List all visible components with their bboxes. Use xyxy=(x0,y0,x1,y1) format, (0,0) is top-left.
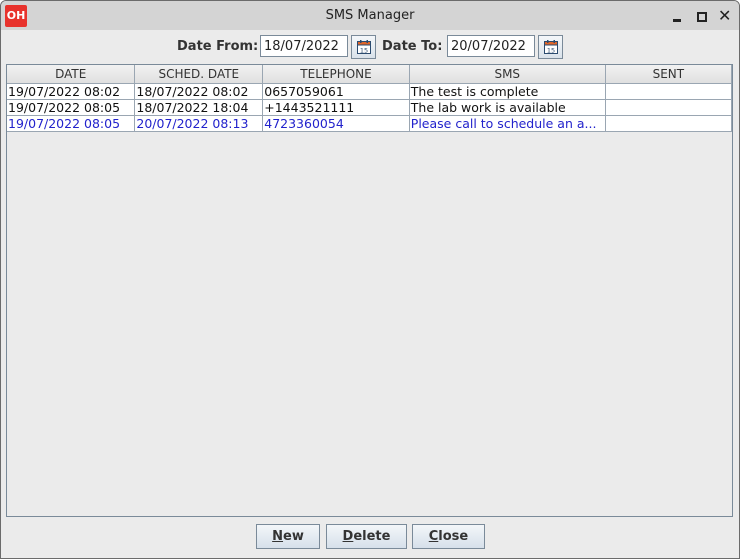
title-bar[interactable]: OH SMS Manager ✕ xyxy=(1,1,739,30)
column-header-sent[interactable]: SENT xyxy=(604,65,733,84)
cell-date[interactable]: 19/07/2022 08:05 xyxy=(7,99,136,116)
close-button[interactable]: Close xyxy=(412,524,485,549)
cell-date[interactable]: 19/07/2022 08:05 xyxy=(7,115,136,132)
column-header-telephone[interactable]: TELEPHONE xyxy=(262,65,410,84)
date-from-label: Date From: xyxy=(177,39,259,54)
delete-button[interactable]: Delete xyxy=(326,524,407,549)
cell-sched-date[interactable]: 18/07/2022 18:04 xyxy=(134,99,264,116)
maximize-button[interactable] xyxy=(693,7,711,25)
column-header-sched-date[interactable]: SCHED. DATE xyxy=(134,65,264,84)
cell-sent[interactable] xyxy=(604,115,733,132)
cell-sent[interactable] xyxy=(604,83,733,100)
sms-table[interactable]: DATE SCHED. DATE TELEPHONE SMS SENT 19/0… xyxy=(7,65,733,132)
close-icon: ✕ xyxy=(718,6,732,25)
cell-telephone[interactable]: 4723360054 xyxy=(262,115,410,132)
calendar-icon: 15 xyxy=(544,40,558,54)
cell-sched-date[interactable]: 20/07/2022 08:13 xyxy=(134,115,264,132)
sms-manager-window: OH SMS Manager ✕ Date From: 18/07/2022 1… xyxy=(0,0,740,559)
cell-sched-date[interactable]: 18/07/2022 08:02 xyxy=(134,83,264,100)
date-from-calendar-button[interactable]: 15 xyxy=(351,35,376,59)
svg-text:15: 15 xyxy=(547,46,555,54)
calendar-icon: 15 xyxy=(357,40,371,54)
close-window-button[interactable]: ✕ xyxy=(716,7,734,25)
maximize-icon xyxy=(697,12,707,22)
cell-telephone[interactable]: 0657059061 xyxy=(262,83,410,100)
button-bar: New Delete Close xyxy=(1,524,739,550)
date-from-input[interactable]: 18/07/2022 xyxy=(260,35,348,57)
sms-table-scrollpane[interactable]: DATE SCHED. DATE TELEPHONE SMS SENT 19/0… xyxy=(6,64,733,517)
cell-sent[interactable] xyxy=(604,99,733,116)
column-header-date[interactable]: DATE xyxy=(7,65,136,84)
table-row[interactable]: 19/07/2022 08:02 18/07/2022 08:02 065705… xyxy=(7,83,733,100)
cell-sms[interactable]: The test is complete xyxy=(408,83,606,100)
minimize-button[interactable] xyxy=(669,7,687,25)
date-to-label: Date To: xyxy=(382,39,443,54)
date-to-calendar-button[interactable]: 15 xyxy=(538,35,563,59)
cell-sms[interactable]: Please call to schedule an a... xyxy=(408,115,606,132)
cell-date[interactable]: 19/07/2022 08:02 xyxy=(7,83,136,100)
new-button[interactable]: New xyxy=(256,524,320,549)
window-title: SMS Manager xyxy=(325,8,415,23)
minimize-icon xyxy=(673,19,681,22)
svg-text:15: 15 xyxy=(360,46,368,54)
date-filter-bar: Date From: 18/07/2022 15 Date To: 20/07/… xyxy=(1,35,739,59)
cell-telephone[interactable]: +1443521111 xyxy=(262,99,410,116)
date-to-input[interactable]: 20/07/2022 xyxy=(447,35,535,57)
table-row-selected[interactable]: 19/07/2022 08:05 20/07/2022 08:13 472336… xyxy=(7,115,733,132)
table-header-row: DATE SCHED. DATE TELEPHONE SMS SENT xyxy=(7,65,733,84)
cell-sms[interactable]: The lab work is available xyxy=(408,99,606,116)
table-row[interactable]: 19/07/2022 08:05 18/07/2022 18:04 +14435… xyxy=(7,99,733,116)
column-header-sms[interactable]: SMS xyxy=(408,65,606,84)
